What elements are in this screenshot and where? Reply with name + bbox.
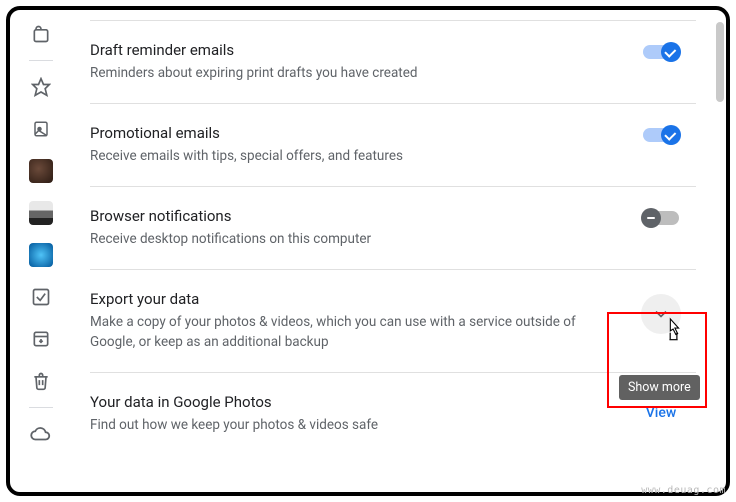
sidebar-thumb-1[interactable] xyxy=(29,159,53,183)
setting-desc: Receive desktop notifications on this co… xyxy=(90,229,606,249)
setting-title: Draft reminder emails xyxy=(90,39,606,61)
setting-draft-reminder: Draft reminder emails Reminders about ex… xyxy=(90,20,696,103)
checkbox-icon[interactable] xyxy=(29,285,53,309)
expand-export-button[interactable] xyxy=(641,294,681,334)
photo-icon[interactable] xyxy=(29,117,53,141)
star-icon[interactable] xyxy=(29,75,53,99)
setting-desc: Make a copy of your photos & videos, whi… xyxy=(90,312,606,352)
setting-browser-notifications: Browser notifications Receive desktop no… xyxy=(90,186,696,269)
view-button[interactable]: View xyxy=(646,397,677,421)
setting-desc: Receive emails with tips, special offers… xyxy=(90,146,606,166)
setting-title: Browser notifications xyxy=(90,205,606,227)
scrollbar-thumb[interactable] xyxy=(716,22,724,102)
settings-content: Draft reminder emails Reminders about ex… xyxy=(90,10,696,492)
sidebar xyxy=(10,10,72,492)
app-frame: Draft reminder emails Reminders about ex… xyxy=(6,6,730,496)
trash-icon[interactable] xyxy=(29,369,53,393)
toggle-draft-reminder[interactable] xyxy=(643,45,679,59)
sidebar-thumb-2[interactable] xyxy=(29,201,53,225)
setting-title: Your data in Google Photos xyxy=(90,391,606,413)
setting-title: Promotional emails xyxy=(90,122,606,144)
setting-export-data: Export your data Make a copy of your pho… xyxy=(90,269,696,372)
sidebar-divider xyxy=(29,60,53,61)
setting-promotional-emails: Promotional emails Receive emails with t… xyxy=(90,103,696,186)
archive-icon[interactable] xyxy=(29,327,53,351)
store-icon[interactable] xyxy=(29,22,53,46)
toggle-browser-notifications[interactable] xyxy=(643,211,679,225)
setting-desc: Find out how we keep your photos & video… xyxy=(90,415,606,435)
watermark: www.deuag.com xyxy=(641,485,726,496)
chevron-down-icon xyxy=(651,304,671,324)
sidebar-divider xyxy=(29,407,53,408)
show-more-tooltip: Show more xyxy=(619,375,700,400)
cloud-icon[interactable] xyxy=(29,422,53,446)
toggle-promotional-emails[interactable] xyxy=(643,128,679,142)
setting-desc: Reminders about expiring print drafts yo… xyxy=(90,63,606,83)
setting-title: Export your data xyxy=(90,288,606,310)
sidebar-thumb-3[interactable] xyxy=(29,243,53,267)
setting-your-data: Your data in Google Photos Find out how … xyxy=(90,372,696,455)
